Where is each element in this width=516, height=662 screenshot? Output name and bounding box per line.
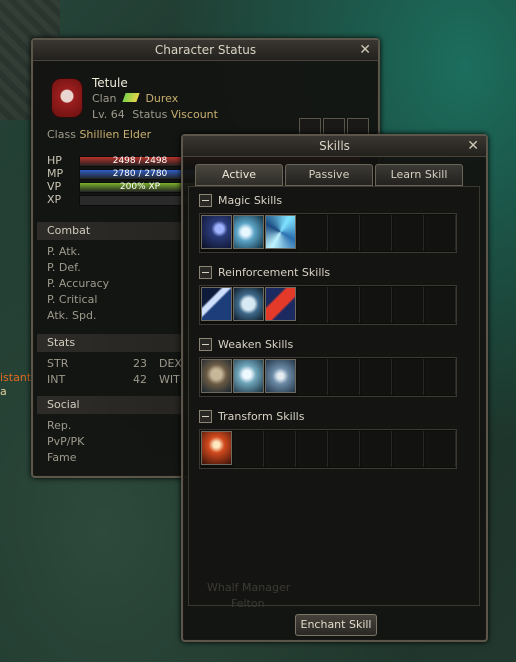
empty-skill-slot[interactable]	[329, 287, 361, 323]
skills-panel: Magic Skills Reinforcement Skills Weaken S…	[188, 186, 480, 610]
stat-name: DEX	[159, 357, 182, 370]
level-value: 64	[110, 108, 125, 121]
character-name: Tetule	[92, 76, 128, 90]
skill-slot-row	[199, 357, 457, 397]
collapse-icon[interactable]	[199, 337, 212, 351]
skill-category-header[interactable]: Transform Skills	[199, 409, 304, 425]
vital-label: HP	[47, 154, 62, 167]
dark-hand-icon[interactable]	[201, 215, 233, 249]
enchant-skill-button[interactable]: Enchant Skill	[295, 614, 377, 636]
clan-crest-icon	[51, 78, 83, 118]
side-label-1: istant	[0, 371, 32, 384]
skill-category-label: Weaken Skills	[218, 338, 294, 351]
tab-active[interactable]: Active	[195, 164, 283, 186]
empty-skill-slot[interactable]	[265, 431, 297, 467]
empty-skill-slot[interactable]	[329, 431, 361, 467]
skill-category-header[interactable]: Magic Skills	[199, 193, 282, 209]
skill-category-label: Magic Skills	[218, 194, 283, 207]
skills-titlebar[interactable]: Skills ✕	[183, 136, 486, 157]
skill-slot-row	[199, 213, 457, 253]
empty-skill-slot[interactable]	[361, 359, 392, 395]
stat-value: 42	[133, 373, 147, 386]
stat-value: 23	[133, 357, 147, 370]
character-status-titlebar[interactable]: Character Status ✕	[33, 40, 378, 61]
lightning-shield-icon[interactable]	[201, 287, 233, 321]
class-row: Class Shillien Elder	[47, 128, 151, 141]
empty-skill-slot[interactable]	[361, 215, 392, 251]
swirl-icon[interactable]	[265, 215, 297, 249]
ghost-text-2: Felton	[231, 597, 265, 610]
clan-row: Clan Durex	[92, 92, 178, 105]
empty-skill-slot[interactable]	[297, 287, 329, 323]
empty-skill-slot[interactable]	[393, 359, 424, 395]
empty-skill-slot[interactable]	[393, 431, 425, 467]
side-label-2: a	[0, 385, 7, 398]
empty-skill-slot[interactable]	[297, 359, 329, 395]
skill-category-header[interactable]: Weaken Skills	[199, 337, 293, 353]
vital-label: MP	[47, 167, 64, 180]
empty-skill-slot[interactable]	[329, 215, 361, 251]
empty-skill-slot[interactable]	[424, 359, 456, 395]
stat-name: WIT	[159, 373, 180, 386]
level-label: Lv.	[92, 108, 108, 121]
skills-window: Skills ✕ Active Passive Learn Skill Magic …	[181, 134, 488, 642]
class-value: Shillien Elder	[79, 128, 152, 141]
skill-category-label: Transform Skills	[218, 410, 305, 423]
red-figure-icon[interactable]	[201, 431, 233, 465]
empty-skill-slot[interactable]	[424, 287, 456, 323]
status-label: Status	[132, 108, 168, 121]
skill-category-header[interactable]: Reinforcement Skills	[199, 265, 330, 281]
empty-skill-slot[interactable]	[233, 431, 265, 467]
window-title: Character Status	[154, 43, 257, 57]
creature-icon[interactable]	[201, 359, 233, 393]
status-value: Viscount	[170, 108, 218, 121]
cross-icon[interactable]	[265, 359, 297, 393]
collapse-icon[interactable]	[199, 193, 212, 207]
skill-slot-row	[199, 285, 457, 325]
class-label: Class	[47, 128, 76, 141]
skills-title: Skills	[319, 139, 350, 153]
stat-name: INT	[47, 373, 66, 386]
empty-skill-slot[interactable]	[329, 359, 361, 395]
close-icon[interactable]: ✕	[467, 136, 479, 156]
skill-slot-row	[199, 429, 457, 469]
empty-skill-slot[interactable]	[393, 287, 424, 323]
empty-skill-slot[interactable]	[361, 287, 392, 323]
collapse-icon[interactable]	[199, 409, 212, 423]
ghost-text-1: Whalf Manager	[207, 581, 291, 594]
red-rune-icon[interactable]	[265, 287, 297, 321]
clan-label: Clan	[92, 92, 117, 105]
hand-burst-icon[interactable]	[233, 359, 265, 393]
character-profile: Tetule Clan Durex Lv. 64 Status Viscount	[47, 74, 369, 136]
empty-skill-slot[interactable]	[297, 215, 329, 251]
vital-label: VP	[47, 180, 62, 193]
close-icon[interactable]: ✕	[359, 40, 371, 60]
empty-skill-slot[interactable]	[297, 431, 329, 467]
collapse-icon[interactable]	[199, 265, 212, 279]
level-row: Lv. 64 Status Viscount	[92, 108, 218, 121]
hand-beam-icon[interactable]	[233, 215, 265, 249]
skills-tabs: Active Passive Learn Skill	[195, 164, 477, 186]
tab-learn-skill[interactable]: Learn Skill	[375, 164, 463, 186]
empty-skill-slot[interactable]	[361, 431, 393, 467]
skill-category-label: Reinforcement Skills	[218, 266, 331, 279]
vital-label: XP	[47, 193, 62, 206]
face-icon[interactable]	[233, 287, 265, 321]
empty-skill-slot[interactable]	[393, 215, 424, 251]
clan-emblem-icon	[122, 93, 140, 102]
empty-skill-slot[interactable]	[424, 215, 456, 251]
tab-passive[interactable]: Passive	[285, 164, 373, 186]
clan-value: Durex	[145, 92, 179, 105]
stat-name: STR	[47, 357, 69, 370]
empty-skill-slot[interactable]	[425, 431, 457, 467]
